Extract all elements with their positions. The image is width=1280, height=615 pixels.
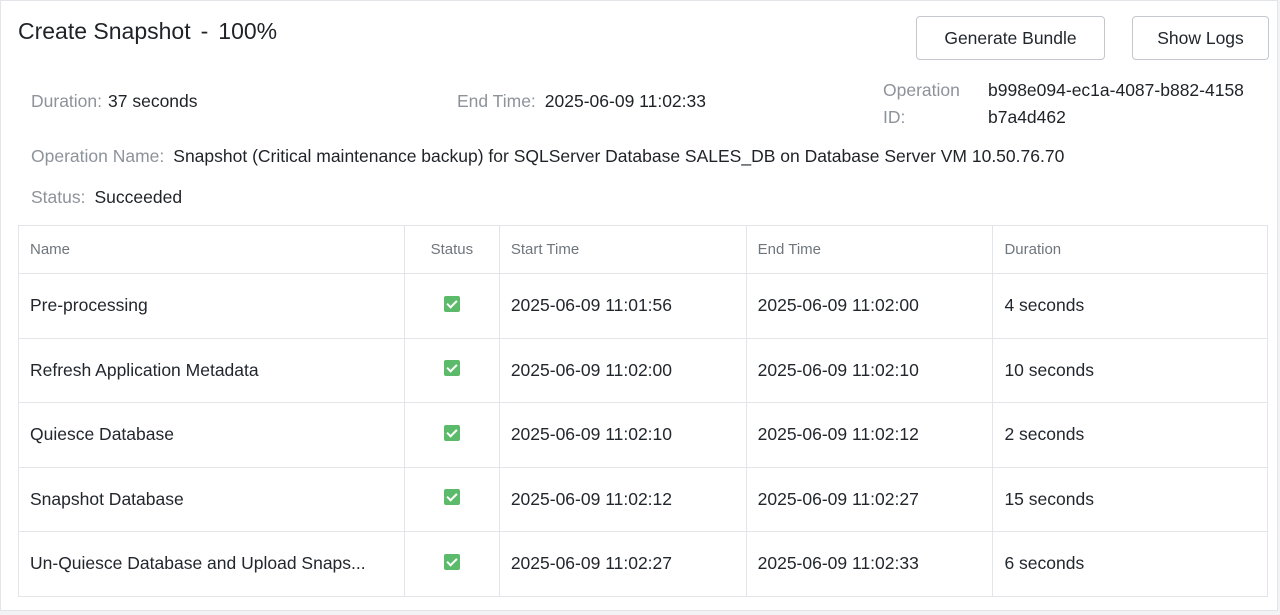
- step-status: [403, 273, 500, 339]
- step-start-time: 2025-06-09 11:02:00: [498, 337, 747, 403]
- table-row: Pre-processing 2025-06-09 11:01:56 2025-…: [18, 273, 1268, 339]
- operation-id-value: b998e094-ec1a-4087-b882-4158b7a4d462: [988, 80, 1244, 127]
- step-name: Snapshot Database: [18, 466, 405, 532]
- operation-name-value: Snapshot (Critical maintenance backup) f…: [173, 146, 1065, 166]
- step-end-time: 2025-06-09 11:02:00: [745, 273, 994, 339]
- title-separator: -: [200, 18, 209, 44]
- check-icon: [443, 489, 460, 506]
- step-status: [403, 531, 500, 597]
- step-name: Refresh Application Metadata: [18, 337, 405, 403]
- table-header-row: Name Status Start Time End Time Duration: [18, 225, 1268, 274]
- step-end-time: 2025-06-09 11:02:12: [745, 402, 994, 468]
- step-name: Pre-processing: [18, 273, 405, 339]
- table-row: Snapshot Database 2025-06-09 11:02:12 20…: [18, 466, 1268, 532]
- step-duration: 6 seconds: [992, 531, 1268, 597]
- progress-percent: 100%: [218, 18, 278, 44]
- duration-value: 37 seconds: [108, 91, 198, 111]
- generate-bundle-button[interactable]: Generate Bundle: [916, 16, 1105, 60]
- check-icon: [443, 424, 460, 441]
- step-start-time: 2025-06-09 11:02:12: [498, 466, 747, 532]
- table-row: Refresh Application Metadata 2025-06-09 …: [18, 337, 1268, 403]
- duration-label: Duration:: [31, 91, 103, 111]
- table-row: Un-Quiesce Database and Upload Snaps... …: [18, 531, 1268, 597]
- step-name: Un-Quiesce Database and Upload Snaps...: [18, 531, 405, 597]
- operation-name-label: Operation Name:: [31, 146, 165, 166]
- operation-details-panel: Create Snapshot -100% Generate Bundle Sho…: [0, 0, 1278, 611]
- step-status: [403, 337, 500, 403]
- check-icon: [443, 553, 460, 570]
- steps-table: Name Status Start Time End Time Duration…: [18, 225, 1268, 597]
- step-end-time: 2025-06-09 11:02:27: [745, 466, 994, 532]
- table-row: Quiesce Database 2025-06-09 11:02:10 202…: [18, 402, 1268, 468]
- show-logs-button[interactable]: Show Logs: [1132, 16, 1269, 60]
- status-field: Status: Succeeded: [31, 187, 182, 208]
- page-title: Create Snapshot -100%: [18, 18, 277, 45]
- status-value: Succeeded: [94, 187, 183, 207]
- end-time-value: 2025-06-09 11:02:33: [544, 91, 706, 111]
- step-start-time: 2025-06-09 11:02:27: [498, 531, 747, 597]
- title-text: Create Snapshot: [18, 18, 191, 44]
- step-end-time: 2025-06-09 11:02:10: [745, 337, 994, 403]
- end-time-field: End Time: 2025-06-09 11:02:33: [457, 91, 706, 112]
- column-header-status[interactable]: Status: [403, 225, 500, 274]
- operation-id-label: Operation ID:: [883, 80, 960, 127]
- check-icon: [443, 360, 460, 377]
- end-time-label: End Time:: [457, 91, 536, 111]
- column-header-name[interactable]: Name: [18, 225, 405, 274]
- duration-field: Duration: 37 seconds: [31, 91, 198, 112]
- step-start-time: 2025-06-09 11:02:10: [498, 402, 747, 468]
- step-status: [403, 402, 500, 468]
- step-duration: 4 seconds: [992, 273, 1268, 339]
- column-header-duration[interactable]: Duration: [992, 225, 1268, 274]
- step-start-time: 2025-06-09 11:01:56: [498, 273, 747, 339]
- status-label: Status:: [31, 187, 86, 207]
- step-end-time: 2025-06-09 11:02:33: [745, 531, 994, 597]
- step-name: Quiesce Database: [18, 402, 405, 468]
- operation-name-field: Operation Name: Snapshot (Critical mainte…: [31, 146, 1064, 167]
- step-status: [403, 466, 500, 532]
- step-duration: 15 seconds: [992, 466, 1268, 532]
- step-duration: 2 seconds: [992, 402, 1268, 468]
- step-duration: 10 seconds: [992, 337, 1268, 403]
- check-icon: [443, 295, 460, 312]
- column-header-start-time[interactable]: Start Time: [498, 225, 747, 274]
- column-header-end-time[interactable]: End Time: [745, 225, 994, 274]
